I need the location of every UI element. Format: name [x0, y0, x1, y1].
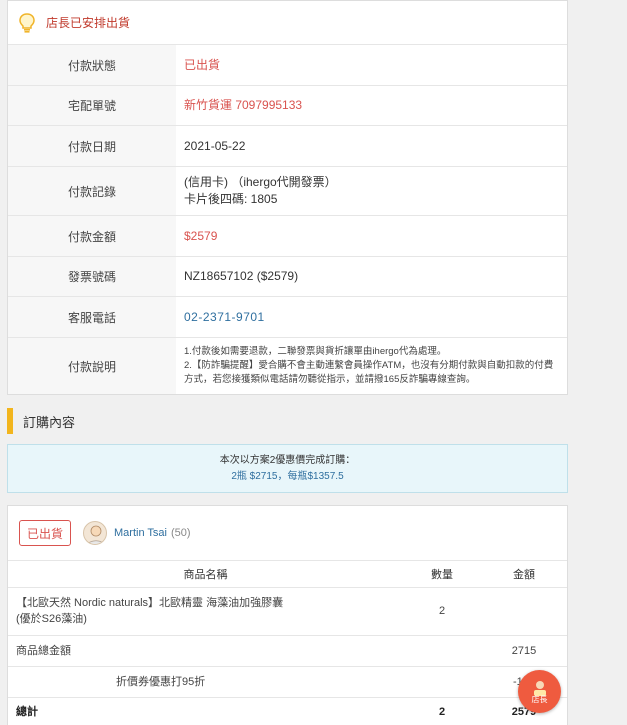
order-status-button[interactable]: 已出貨 — [19, 520, 71, 546]
note-line-2: 2.【防詐騙提醒】愛合購不會主動連繫會員操作ATM，也沒有分期付款與自動扣款的付… — [184, 360, 554, 385]
product-amount — [481, 587, 567, 636]
promo-box: 本次以方案2優惠價完成訂購： 2瓶 $2715，每瓶$1357.5 — [7, 444, 568, 493]
payment-status-value: 已出貨 — [184, 57, 221, 72]
product-quantity: 2 — [403, 587, 481, 636]
row-payment-amount: 付款金額 $2579 — [8, 216, 567, 257]
subtotal-amount: 2715 — [481, 635, 567, 667]
payment-amount-value: $2579 — [184, 228, 218, 243]
discount-row: 折價券優惠打95折 -136 — [8, 666, 567, 698]
header-amount: 金額 — [481, 561, 567, 588]
row-label: 付款說明 — [8, 338, 176, 394]
order-contents-heading: 訂購內容 — [7, 408, 75, 434]
payment-info-card: 店長已安排出貨 付款狀態 已出貨 宅配單號 新竹貨運 7097995133 付款… — [7, 0, 568, 395]
order-header: 已出貨 Martin Tsai (50) — [8, 506, 567, 561]
fab-label: 店長 — [531, 695, 548, 704]
row-label: 付款金額 — [8, 216, 176, 256]
card-last-four: 卡片後四碼: 1805 — [184, 192, 278, 206]
header-product-name: 商品名稱 — [8, 561, 403, 588]
header-quantity: 數量 — [403, 561, 481, 588]
order-items-table: 商品名稱 數量 金額 【北歐天然 Nordic naturals】北歐精靈 海藻… — [8, 561, 567, 725]
total-label: 總計 — [8, 697, 403, 725]
row-label: 發票號碼 — [8, 257, 176, 296]
row-payment-notes: 付款說明 1.付款後如需要退款，二聯發票與貨折讓單由ihergo代為處理。 2.… — [8, 338, 567, 394]
row-label: 付款日期 — [8, 126, 176, 166]
lightbulb-icon — [19, 12, 35, 33]
total-qty: 2 — [403, 697, 481, 725]
payment-date-value: 2021-05-22 — [184, 138, 246, 153]
row-payment-record: 付款記錄 (信用卡) （ihergo代開發票） 卡片後四碼: 1805 — [8, 167, 567, 216]
note-line-1: 1.付款後如需要退款，二聯發票與貨折讓單由ihergo代為處理。 — [184, 346, 447, 357]
row-service-phone: 客服電話 02-2371-9701 — [8, 297, 567, 338]
table-header-row: 商品名稱 數量 金額 — [8, 561, 567, 588]
product-name-line-1: 【北歐天然 Nordic naturals】北歐精靈 海藻油加強膠囊 — [16, 597, 284, 609]
tracking-number-link[interactable]: 新竹貨運 7097995133 — [176, 86, 567, 125]
person-icon — [87, 525, 105, 544]
row-label: 宅配單號 — [8, 86, 176, 125]
total-row: 總計 2 2579 — [8, 697, 567, 725]
payment-method: (信用卡) （ihergo代開發票） — [184, 175, 337, 189]
row-invoice-number: 發票號碼 NZ18657102 ($2579) — [8, 257, 567, 297]
user-name-link[interactable]: Martin Tsai — [114, 527, 167, 539]
row-label: 客服電話 — [8, 297, 176, 337]
section-accent-bar — [7, 408, 13, 434]
service-phone-link[interactable]: 02-2371-9701 — [176, 297, 567, 337]
shipping-notice: 店長已安排出貨 — [8, 1, 567, 45]
user-count: (50) — [170, 527, 191, 539]
row-payment-date: 付款日期 2021-05-22 — [8, 126, 567, 167]
order-card: 已出貨 Martin Tsai (50) 商品名稱 數量 金額 【北歐天然 No… — [7, 505, 568, 725]
subtotal-row: 商品總金額 2715 — [8, 635, 567, 667]
promo-line-1: 本次以方案2優惠價完成訂購： — [219, 455, 356, 466]
invoice-number-value: NZ18657102 ($2579) — [184, 269, 299, 283]
row-label: 付款狀態 — [8, 45, 176, 85]
user-avatar-icon[interactable] — [83, 521, 107, 545]
subtotal-label: 商品總金額 — [8, 635, 403, 667]
table-row: 【北歐天然 Nordic naturals】北歐精靈 海藻油加強膠囊 (優於S2… — [8, 587, 567, 636]
promo-line-2: 2瓶 $2715，每瓶$1357.5 — [231, 471, 344, 482]
row-payment-status: 付款狀態 已出貨 — [8, 45, 567, 86]
notice-text: 店長已安排出貨 — [46, 16, 131, 30]
discount-qty — [403, 666, 481, 698]
product-name: 【北歐天然 Nordic naturals】北歐精靈 海藻油加強膠囊 (優於S2… — [8, 587, 403, 636]
discount-label: 折價券優惠打95折 — [8, 666, 403, 698]
product-name-line-2: (優於S26藻油) — [16, 613, 87, 625]
payment-record-value: (信用卡) （ihergo代開發票） 卡片後四碼: 1805 — [176, 167, 567, 215]
row-label: 付款記錄 — [8, 167, 176, 215]
row-tracking-number: 宅配單號 新竹貨運 7097995133 — [8, 86, 567, 126]
shopkeeper-fab-button[interactable]: 店長 — [518, 670, 561, 713]
payment-notes-value: 1.付款後如需要退款，二聯發票與貨折讓單由ihergo代為處理。 2.【防詐騙提… — [176, 338, 567, 394]
section-title: 訂購內容 — [23, 414, 76, 430]
subtotal-qty — [403, 635, 481, 667]
